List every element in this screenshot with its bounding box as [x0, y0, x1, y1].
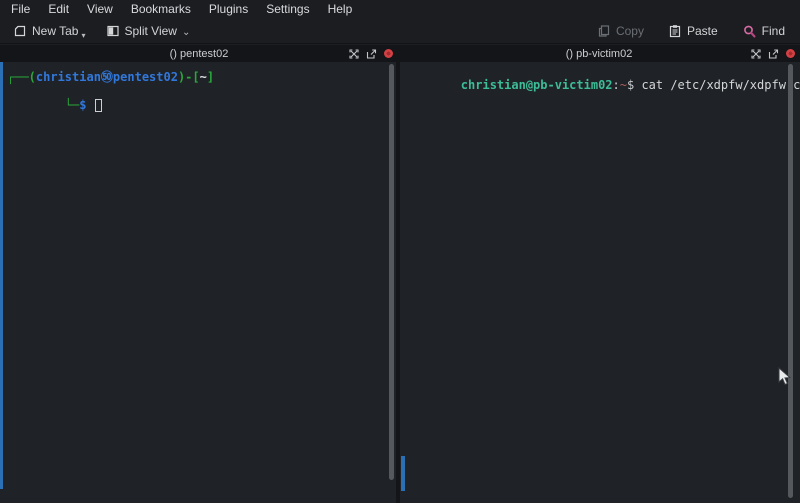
terminal-split-area: ┌──(christian㊿pentest02)-[~] └─$ christi… [0, 62, 800, 503]
menu-edit[interactable]: Edit [39, 0, 78, 19]
right-pane-activity-bar [401, 456, 405, 491]
paste-button[interactable]: Paste [661, 22, 725, 40]
terminal-content: ┌──(christian㊿pentest02)-[~] └─$ [0, 62, 396, 126]
new-tab-icon [13, 24, 27, 38]
terminal-pane-pb-victim02[interactable]: christian@pb-victim02:~$ cat /etc/xdpfw/… [400, 62, 800, 503]
toolbar-left-group: New Tab ▾ Split View ⌄ [6, 22, 197, 40]
copy-label: Copy [616, 24, 644, 38]
new-tab-dropdown-caret[interactable]: ▾ [81, 31, 85, 40]
menu-bookmarks[interactable]: Bookmarks [122, 0, 200, 19]
menu-file[interactable]: File [2, 0, 39, 19]
paste-label: Paste [687, 24, 718, 38]
find-label: Find [762, 24, 785, 38]
right-pane-scrollbar[interactable] [788, 64, 793, 498]
menu-plugins[interactable]: Plugins [200, 0, 257, 19]
split-view-icon [106, 24, 120, 38]
prompt-line-1: ┌──(christian㊿pentest02)-[~] [7, 70, 396, 84]
terminal-pane-pentest02[interactable]: ┌──(christian㊿pentest02)-[~] └─$ [0, 62, 396, 503]
find-button[interactable]: Find [735, 22, 792, 41]
new-tab-label: New Tab [32, 24, 78, 38]
terminal-cursor [95, 99, 102, 112]
pane-header-pentest02[interactable]: () pentest02 [0, 45, 398, 62]
pane-header-pb-victim02[interactable]: () pb-victim02 [398, 45, 800, 62]
paste-icon [668, 24, 682, 38]
detach-pane-icon[interactable] [366, 49, 377, 59]
menu-bar: File Edit View Bookmarks Plugins Setting… [0, 0, 800, 19]
split-view-label: Split View [125, 24, 177, 38]
pane-title: () pb-victim02 [566, 48, 633, 60]
left-pane-activity-bar [0, 62, 3, 489]
toolbar-right-group: Copy Paste Find [590, 22, 792, 41]
split-view-chevron[interactable]: ⌄ [182, 27, 190, 38]
copy-icon [597, 24, 611, 38]
maximize-pane-icon[interactable] [751, 49, 761, 59]
menu-view[interactable]: View [78, 0, 122, 19]
command-line: christian@pb-victim02:~$ cat /etc/xdpfw/… [403, 64, 800, 106]
copy-button[interactable]: Copy [590, 22, 651, 40]
pane-header-icons [751, 45, 795, 62]
konsole-window: { "menu": { "items": ["File", "Edit", "V… [0, 0, 800, 503]
close-pane-button[interactable] [786, 49, 795, 58]
pane-header-icons [349, 45, 393, 62]
prompt-line-2: └─$ [7, 84, 396, 126]
split-view-button[interactable]: Split View ⌄ [99, 22, 198, 40]
menu-settings[interactable]: Settings [257, 0, 318, 19]
close-pane-button[interactable] [384, 49, 393, 58]
detach-pane-icon[interactable] [768, 49, 779, 59]
pane-title: () pentest02 [170, 48, 229, 60]
main-toolbar: New Tab ▾ Split View ⌄ Copy [0, 19, 800, 44]
terminal-content: christian@pb-victim02:~$ cat /etc/xdpfw/… [400, 62, 800, 106]
split-header-bar: () pentest02 () pb-victim02 [0, 45, 800, 62]
find-icon [742, 24, 757, 39]
maximize-pane-icon[interactable] [349, 49, 359, 59]
left-pane-scrollbar[interactable] [389, 64, 394, 480]
menu-help[interactable]: Help [319, 0, 362, 19]
mouse-cursor [778, 367, 792, 387]
new-tab-button[interactable]: New Tab ▾ [6, 22, 95, 40]
